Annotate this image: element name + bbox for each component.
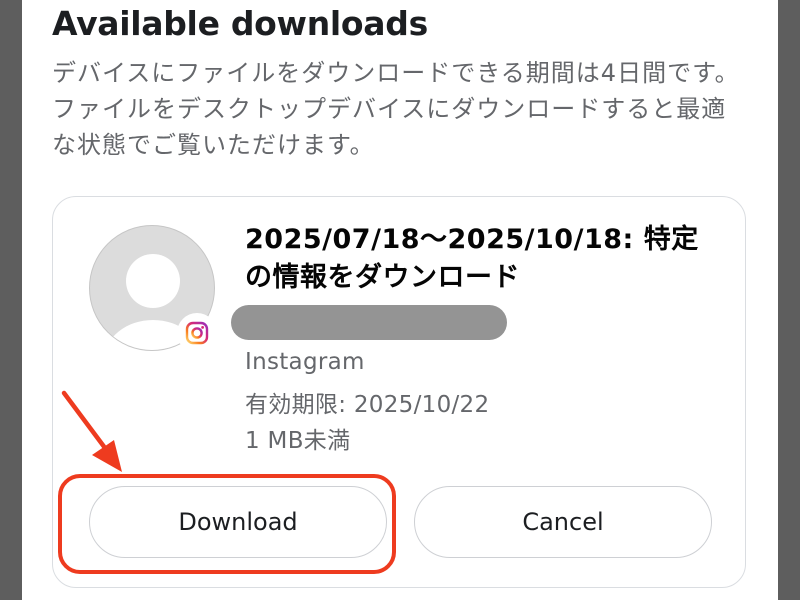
download-expiry: 有効期限: 2025/10/22 xyxy=(245,392,490,418)
cancel-button[interactable]: Cancel xyxy=(414,486,712,558)
avatar-head xyxy=(126,254,180,308)
download-source: Instagram xyxy=(245,349,365,375)
download-size: 1 MB未満 xyxy=(245,428,351,454)
download-item-title: 2025/07/18～2025/10/18: 特定の情報をダウンロード xyxy=(245,224,699,293)
dialog-title: Available downloads xyxy=(52,4,428,43)
redacted-username xyxy=(231,305,507,340)
dialog-description: デバイスにファイルをダウンロードできる期間は4日間です。ファイルをデスクトップデ… xyxy=(52,59,740,159)
download-button[interactable]: Download xyxy=(89,486,387,558)
download-sheet: Available downloads デバイスにファイルをダウンロードできる期… xyxy=(22,0,778,600)
download-item-card: 2025/07/18～2025/10/18: 特定の情報をダウンロード Inst… xyxy=(52,196,746,588)
instagram-icon xyxy=(177,313,217,353)
